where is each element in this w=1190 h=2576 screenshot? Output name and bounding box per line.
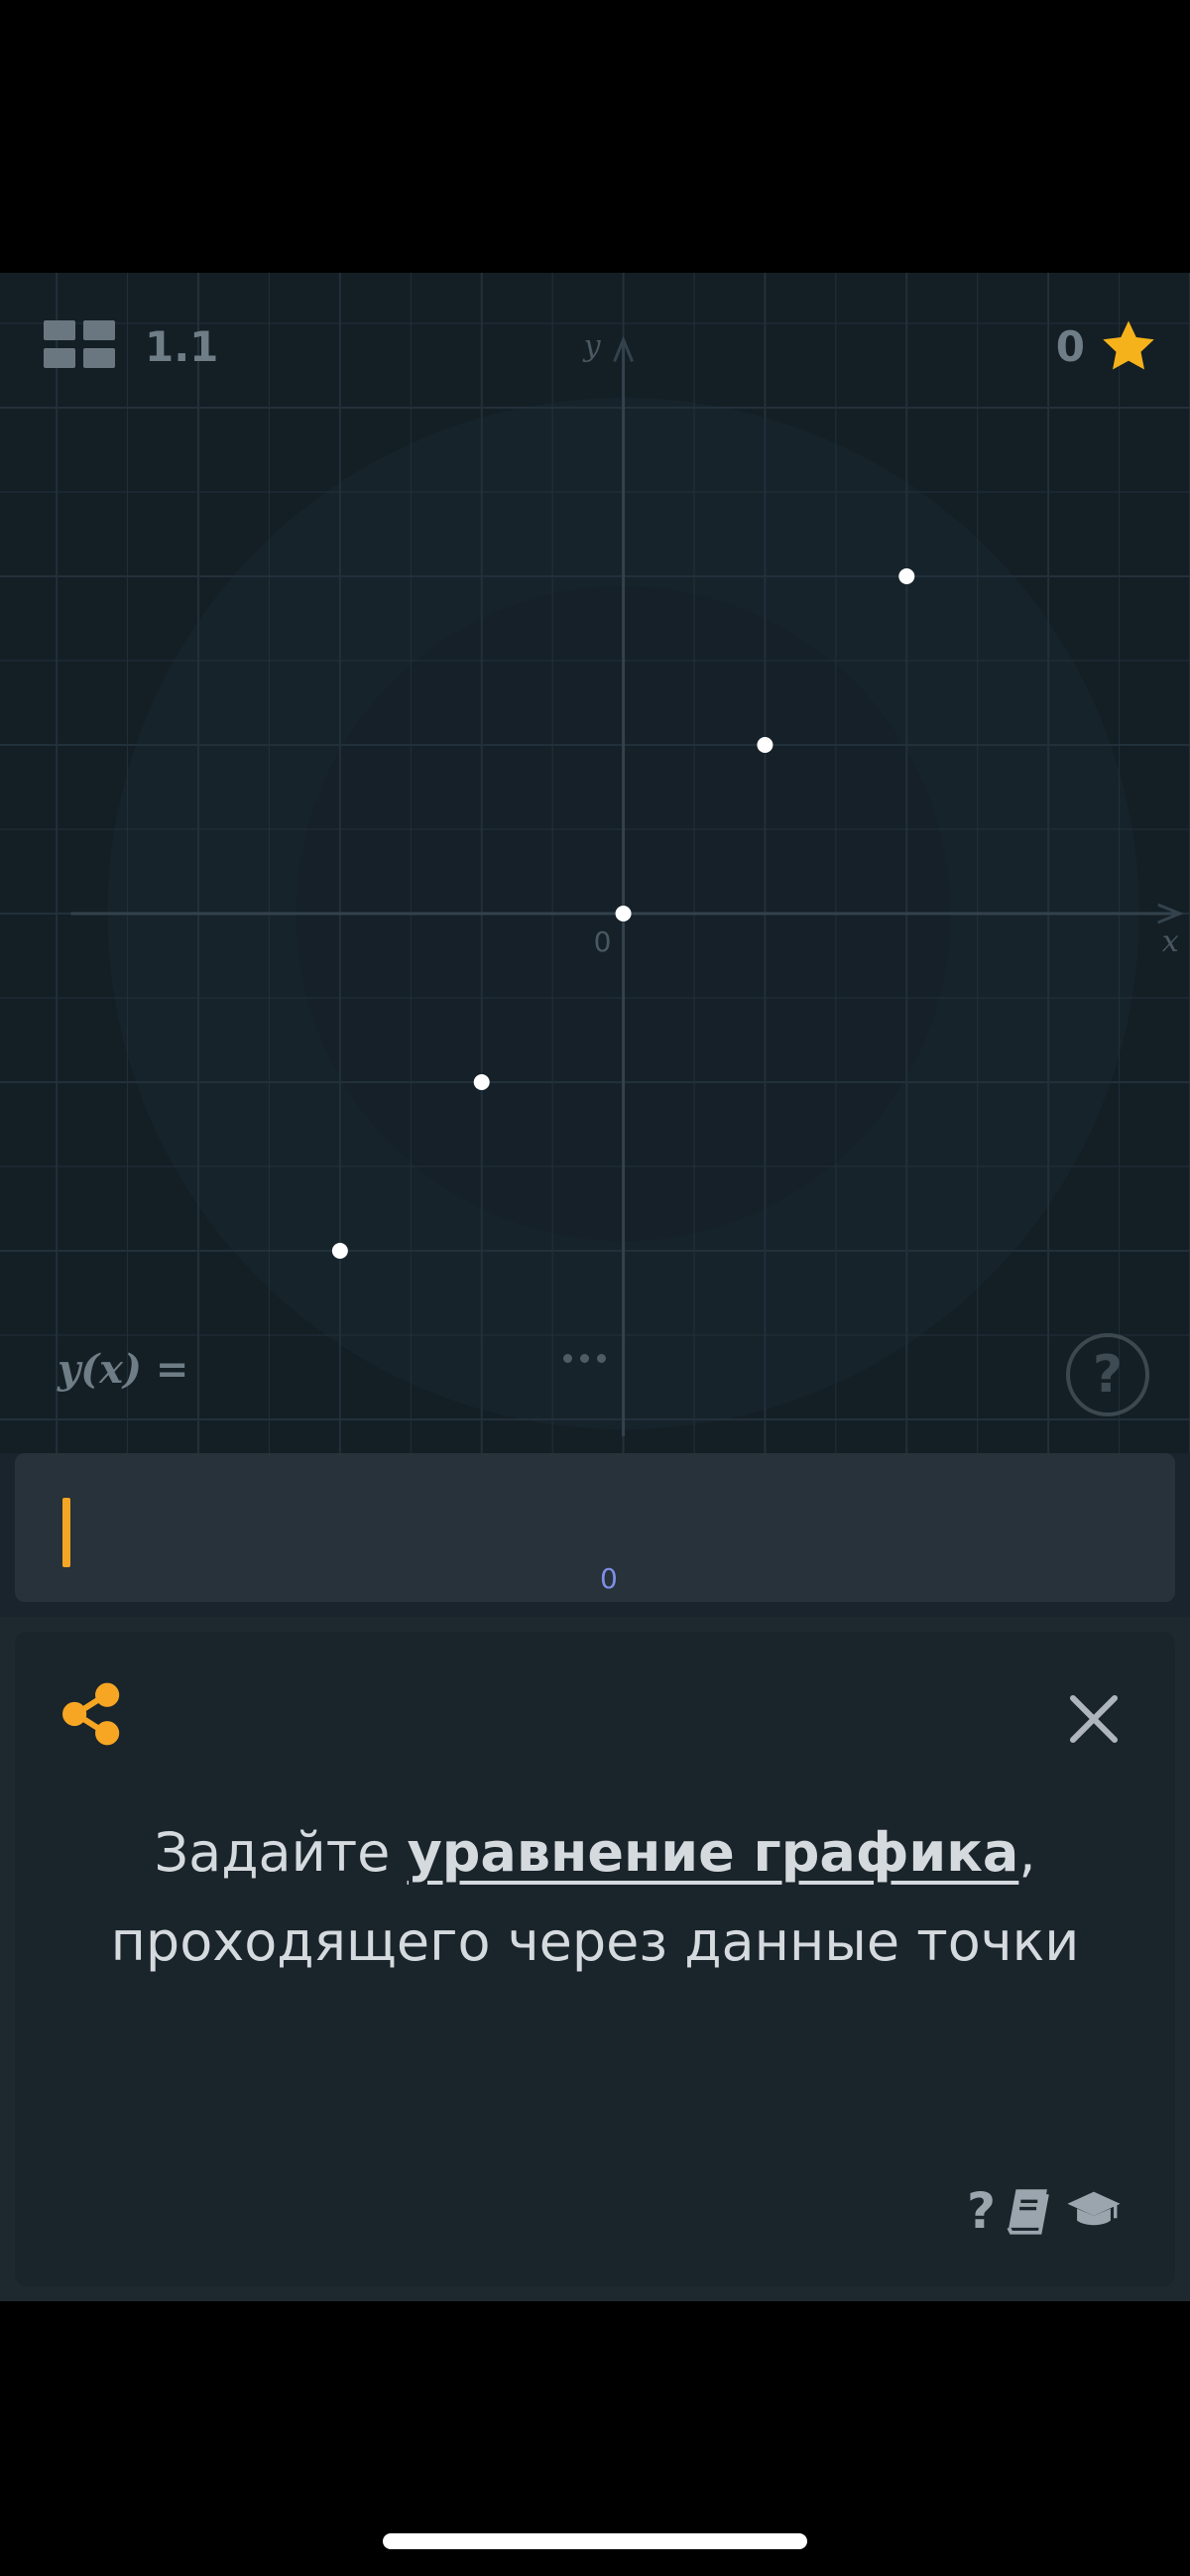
more-options-icon[interactable] <box>563 1354 606 1363</box>
hint-question-mark[interactable]: ? <box>967 2182 996 2240</box>
game-app: xy0 1.1 0 y(x) = ? 0 8 9 x 4 ) 1 2 3 / s <box>0 273 1190 2301</box>
help-button[interactable]: ? <box>1066 1333 1149 1416</box>
book-icon[interactable] <box>1002 2182 1059 2240</box>
graph-area[interactable]: x y 0 1.1 0 y(x) = ? <box>0 273 1190 1453</box>
score-display: 0 <box>1056 316 1158 376</box>
y-axis-label: y <box>582 328 602 363</box>
star-icon <box>1103 320 1154 370</box>
x-axis-label: x <box>1162 924 1179 959</box>
function-label: y(x) = <box>58 1346 189 1393</box>
data-point <box>898 568 915 584</box>
equation-hint-link[interactable]: уравнение графика <box>408 1821 1019 1884</box>
task-text-start: Задайте <box>154 1821 408 1884</box>
score-value: 0 <box>1055 321 1085 371</box>
data-point <box>473 1074 490 1090</box>
origin-label: 0 <box>594 925 612 958</box>
text-caret <box>62 1498 70 1567</box>
zero-hint: 0 <box>600 1562 618 1595</box>
task-popup: Задайте уравнение графика, проходящего ч… <box>15 1632 1175 2286</box>
data-point <box>757 737 774 753</box>
share-icon[interactable] <box>60 1681 125 1747</box>
home-indicator[interactable] <box>383 2533 807 2549</box>
data-point <box>331 1243 348 1259</box>
graduation-cap-icon[interactable] <box>1065 2182 1123 2240</box>
level-label: 1.1 <box>145 322 219 371</box>
popup-footer: ? <box>967 2182 1123 2240</box>
coordinate-plane: x y 0 <box>0 273 1190 1453</box>
task-description: Задайте уравнение графика, проходящего ч… <box>94 1808 1096 1987</box>
data-point <box>615 906 632 921</box>
menu-grid-icon[interactable] <box>44 320 115 370</box>
equation-input[interactable]: 0 <box>15 1453 1175 1602</box>
close-icon[interactable] <box>1066 1691 1122 1747</box>
